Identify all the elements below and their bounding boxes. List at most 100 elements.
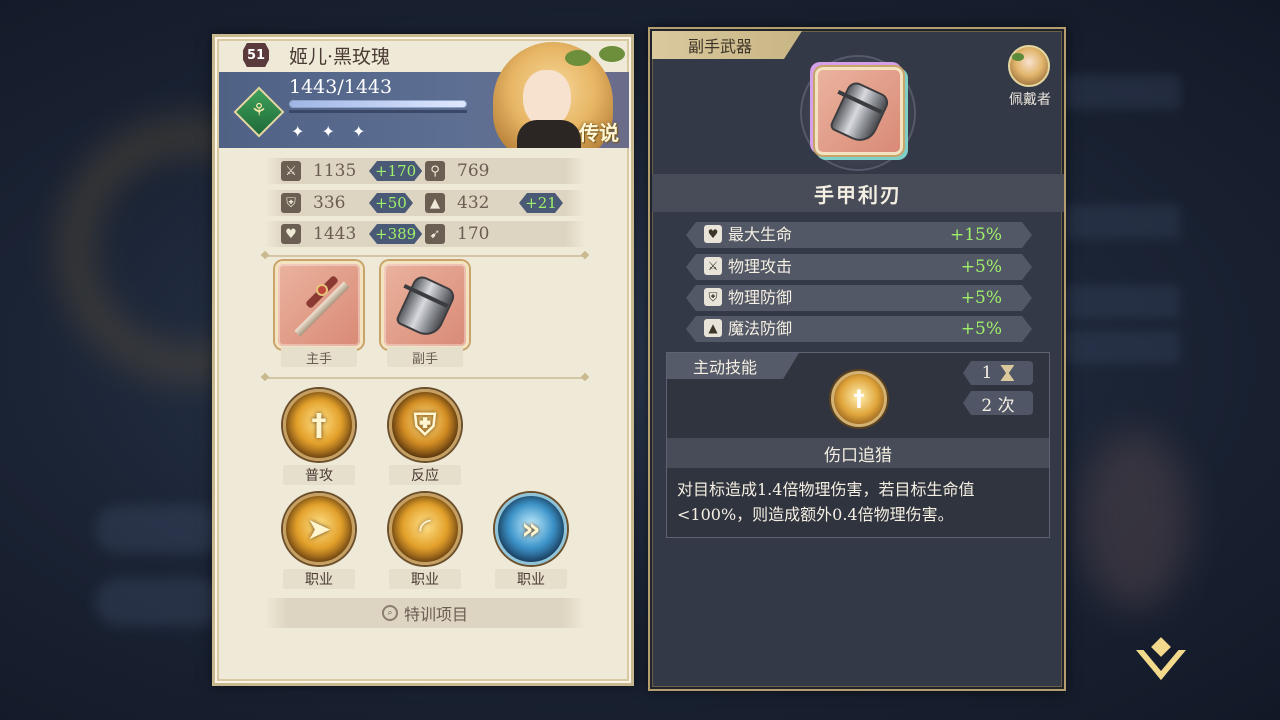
stat-physical-defense: ⛨ 336 +50	[281, 190, 413, 216]
cooldown-value: 1	[981, 363, 993, 383]
attribute-name: 物理防御	[728, 288, 793, 307]
reaction-label: 反应	[389, 465, 461, 485]
stat-max-hp: ♥ 1443 +389	[281, 221, 422, 247]
spear-icon: ➤	[306, 511, 332, 547]
stat-row: ⚔ 1135 +170 ⚲ 769	[265, 158, 585, 184]
shield-sword-icon: ⛨	[413, 407, 437, 443]
stat-value: 432	[457, 193, 490, 213]
background-figure	[1080, 430, 1190, 610]
stat-value: 170	[457, 224, 490, 244]
hero-header: 51 姬儿·黑玫瑰	[243, 43, 391, 68]
hero-portrait[interactable]: 传说	[469, 42, 629, 148]
wizard-hat-icon: ▲	[425, 193, 445, 213]
hero-panel: 51 姬儿·黑玫瑰 ⚘ 1443/1443 ✦ ✦ ✦ 传说 ⚔ 1135 +1…	[212, 34, 634, 686]
stat-value: 1135	[313, 161, 357, 181]
basic-attack-label: 普攻	[283, 465, 355, 485]
main-hand-slot[interactable]	[275, 261, 363, 349]
uses-pill: 2 次	[963, 391, 1033, 415]
off-hand-label: 副手	[387, 347, 463, 367]
stat-magic-attack: ⚲ 769	[425, 158, 513, 184]
item-name: 手甲利刃	[652, 174, 1064, 212]
background-button	[95, 578, 225, 626]
main-hand-label: 主手	[281, 347, 357, 367]
attribute-value: +5%	[960, 319, 1002, 339]
collapse-chevron-button[interactable]	[1132, 637, 1190, 690]
stat-speed: ➹ 170	[425, 221, 513, 247]
heart-icon: ♥	[704, 225, 722, 243]
skill-name: 伤口追猎	[667, 438, 1049, 468]
divider	[265, 255, 585, 257]
reaction-skill[interactable]: ⛨	[389, 389, 461, 461]
shield-icon: ⛨	[281, 193, 301, 213]
stat-magic-defense: ▲ 432 +21	[425, 190, 563, 216]
item-detail-panel: 副手武器 佩戴者 手甲利刃 ♥ 最大生命 +15% ⚔ 物理攻击 +5% ⛨ 物…	[648, 27, 1066, 691]
attribute-row: ⚔ 物理攻击 +5%	[686, 254, 1032, 280]
divider	[265, 377, 585, 379]
dagger-icon: †	[853, 386, 865, 412]
wizard-hat-icon: ▲	[704, 319, 722, 337]
wearer-avatar[interactable]	[1008, 45, 1050, 87]
basic-attack-skill[interactable]: †	[283, 389, 355, 461]
class-skill-1[interactable]: ➤	[283, 493, 355, 565]
attribute-value: +5%	[960, 288, 1002, 308]
hero-name: 姬儿·黑玫瑰	[289, 45, 391, 68]
sword-icon: ⚔	[704, 257, 722, 275]
dagger-icon: †	[311, 407, 327, 443]
stat-bonus: +50	[369, 193, 413, 213]
shield-icon: ⛨	[704, 288, 722, 306]
skill-description: 对目标造成1.4倍物理伤害，若目标生命值<100%，则造成额外0.4倍物理伤害。	[677, 480, 975, 524]
leaf-ornament	[1012, 53, 1024, 61]
stat-value: 336	[313, 193, 346, 213]
attribute-name: 魔法防御	[728, 319, 793, 338]
attribute-row: ▲ 魔法防御 +5%	[686, 316, 1032, 342]
staff-icon: ⚲	[425, 161, 445, 181]
hourglass-icon	[1000, 365, 1015, 381]
stat-row: ♥ 1443 +389 ➹ 170	[265, 221, 585, 247]
chevron-dot-icon	[1151, 637, 1171, 657]
attribute-name: 物理攻击	[728, 257, 793, 276]
class-skill-2[interactable]: ◜	[389, 493, 461, 565]
star-rating: ✦ ✦ ✦	[291, 122, 372, 141]
hero-status-band: ⚘ 1443/1443 ✦ ✦ ✦ 传说	[219, 42, 629, 148]
stat-value: 769	[457, 161, 490, 181]
background-button	[95, 505, 225, 553]
active-skill-icon[interactable]: †	[831, 371, 887, 427]
hp-text: 1443/1443	[289, 76, 393, 98]
item-preview	[815, 67, 903, 155]
hp-bar-fill	[290, 101, 466, 107]
wearer-label: 佩戴者	[1009, 92, 1051, 108]
active-skill-box: 主动技能 † 1 2 次 伤口追猎 对目标造成1.4倍物理伤害，若目标生命值<1…	[666, 352, 1050, 538]
search-icon: ⌕	[381, 605, 398, 621]
attribute-row: ⛨ 物理防御 +5%	[686, 285, 1032, 311]
level-badge: 51	[243, 43, 269, 67]
training-button-label: 特训项目	[403, 605, 468, 624]
stat-row: ⛨ 336 +50 ▲ 432 +21	[265, 190, 585, 216]
stat-physical-attack: ⚔ 1135 +170	[281, 158, 422, 184]
uses-value: 2 次	[981, 395, 1015, 416]
xp-bar	[289, 110, 467, 113]
class-skill-2-label: 职业	[389, 569, 461, 589]
attribute-value: +15%	[949, 225, 1002, 245]
heart-icon: ♥	[281, 224, 301, 244]
attribute-name: 最大生命	[728, 225, 793, 244]
rarity-label: 传说	[579, 121, 619, 145]
sword-icon: ⚔	[281, 161, 301, 181]
attribute-row: ♥ 最大生命 +15%	[686, 222, 1032, 248]
dash-icon: »	[521, 511, 541, 547]
class-skill-3[interactable]: »	[495, 493, 567, 565]
cooldown-pill: 1	[963, 361, 1033, 385]
training-button[interactable]: ⌕ 特训项目	[265, 598, 585, 628]
class-icon: ⚘	[250, 100, 268, 121]
boot-icon: ➹	[425, 224, 445, 244]
stat-bonus: +21	[519, 193, 563, 213]
slash-icon: ◜	[419, 511, 431, 547]
hp-bar	[289, 100, 467, 108]
class-skill-1-label: 职业	[283, 569, 355, 589]
leaf-ornament	[565, 50, 591, 66]
leaf-ornament	[599, 46, 625, 62]
stat-bonus: +170	[369, 161, 422, 181]
class-skill-3-label: 职业	[495, 569, 567, 589]
stat-bonus: +389	[369, 224, 422, 244]
detail-tab-title: 副手武器	[652, 31, 802, 59]
off-hand-slot[interactable]	[381, 261, 469, 349]
